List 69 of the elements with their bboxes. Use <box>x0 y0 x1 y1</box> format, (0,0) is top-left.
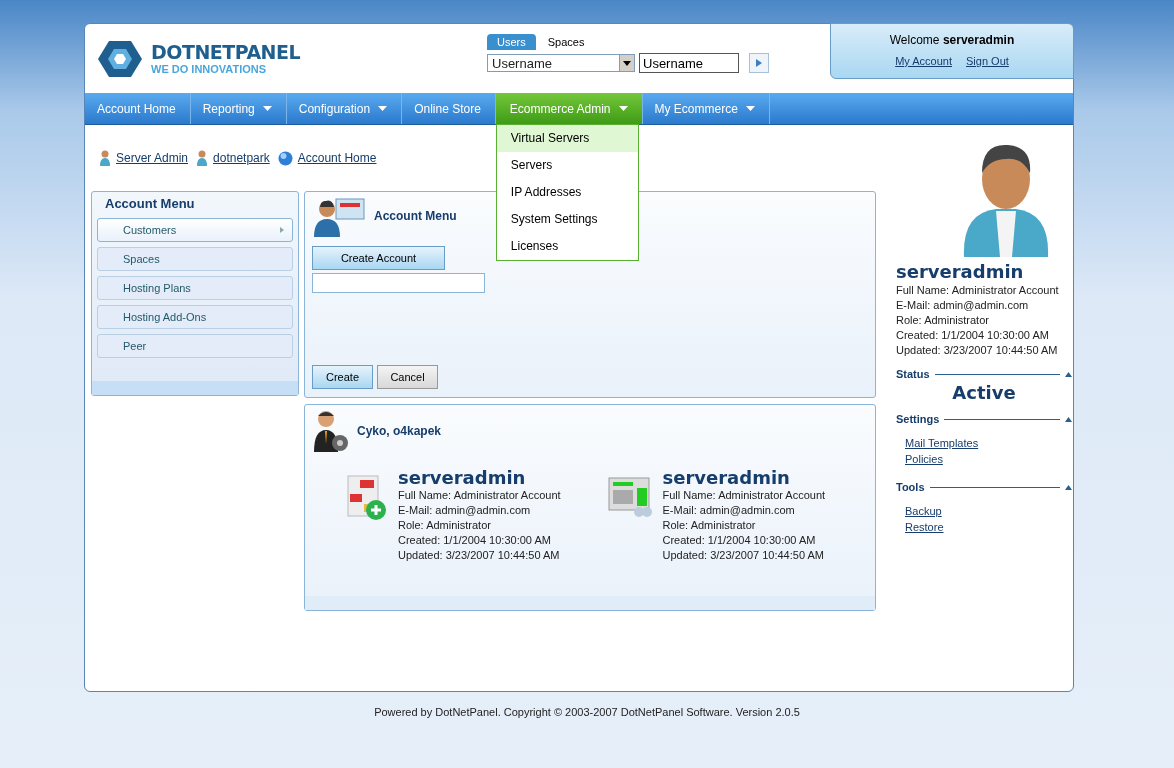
search-field[interactable]: Username <box>639 53 739 73</box>
person-icon <box>196 150 209 166</box>
search-select[interactable]: Username <box>487 54 635 72</box>
search-tab[interactable]: Spaces <box>537 34 595 50</box>
create-account-button[interactable]: Create Account <box>312 246 445 270</box>
profile-detail: Updated: 3/23/2007 10:44:50 AM <box>896 343 1059 358</box>
breadcrumb-link[interactable]: Account Home <box>297 151 377 165</box>
user-detail: Created: 1/1/2004 10:30:00 AM <box>398 533 552 548</box>
panel-title: Account Menu <box>374 209 457 223</box>
user-detail: Full Name: Administrator Account <box>398 488 561 503</box>
person-with-cards-icon <box>312 195 366 237</box>
profile-detail: Created: 1/1/2004 10:30:00 AM <box>896 328 1050 343</box>
section-title: Settings <box>896 413 940 425</box>
profile-detail: Role: Administrator <box>896 313 990 328</box>
user-detail: Role: Administrator <box>662 518 757 533</box>
account-menu-item[interactable]: Hosting Add-Ons <box>97 305 293 329</box>
hexagon-logo-icon <box>97 38 143 79</box>
org-chart-add-icon <box>346 474 388 522</box>
menu-item[interactable]: Virtual Servers <box>496 125 638 152</box>
user-detail: Created: 1/1/2004 10:30:00 AM <box>662 533 817 548</box>
account-menu-item[interactable]: Peer <box>97 334 293 358</box>
search-go-button[interactable] <box>749 53 769 73</box>
profile-detail: Full Name: Administrator Account <box>896 283 1060 298</box>
status-value: Active <box>951 382 1017 403</box>
person-icon <box>99 150 111 166</box>
arrow-right-icon <box>756 59 762 67</box>
side-link[interactable]: Policies <box>905 453 943 465</box>
menu-item[interactable]: Servers <box>496 152 638 179</box>
account-menu-item[interactable]: Customers <box>97 218 293 242</box>
person-with-gear-icon <box>313 408 349 454</box>
user-detail: E-Mail: admin@admin.com <box>398 503 532 518</box>
user-name: serveradmin <box>398 468 527 488</box>
user-detail: Role: Administrator <box>398 518 492 533</box>
account-menu-item[interactable]: Spaces <box>97 247 293 271</box>
account-menu-item[interactable]: Hosting Plans <box>97 276 293 300</box>
breadcrumb-link[interactable]: dotnetpark <box>213 151 270 165</box>
side-link[interactable]: Backup <box>905 505 942 517</box>
footer-text: Powered by DotNetPanel. Copyright © 2003-2007 DotNetPanel Software. Version 2.0.5 <box>373 706 801 718</box>
user-detail: Updated: 3/23/2007 10:44:50 AM <box>662 548 825 563</box>
device-icon <box>606 474 653 518</box>
menu-item[interactable]: Licenses <box>496 233 638 260</box>
user-detail: E-Mail: admin@admin.com <box>662 503 796 518</box>
side-link[interactable]: Restore <box>905 521 944 533</box>
collapse-icon[interactable] <box>1065 484 1072 490</box>
user-detail: Updated: 3/23/2007 10:44:50 AM <box>398 548 561 563</box>
menu-item[interactable]: IP Addresses <box>496 179 638 206</box>
collapse-icon[interactable] <box>1065 371 1072 377</box>
menu-item[interactable]: System Settings <box>496 206 638 233</box>
panel-title: Account Menu <box>104 195 196 213</box>
logo-title: DOTNETPANEL <box>151 41 301 63</box>
account-link[interactable]: My Account <box>895 55 952 67</box>
user-detail: Full Name: Administrator Account <box>662 488 826 503</box>
create-button[interactable]: Create <box>312 365 373 389</box>
arrow-icon <box>280 227 284 233</box>
profile-detail: E-Mail: admin@admin.com <box>896 298 1030 313</box>
side-link[interactable]: Mail Templates <box>905 437 979 449</box>
cancel-button[interactable]: Cancel <box>377 365 438 389</box>
section-title: Status <box>896 368 930 380</box>
breadcrumb-link[interactable]: Server Admin <box>116 151 189 165</box>
welcome-text: Welcome serveradmin <box>889 33 1015 47</box>
panel-title: Cyko, o4kapek <box>357 424 442 438</box>
user-name: serveradmin <box>662 468 791 488</box>
section-title: Tools <box>896 481 925 493</box>
account-link[interactable]: Sign Out <box>966 55 1009 67</box>
input-field[interactable] <box>312 273 485 293</box>
collapse-icon[interactable] <box>1065 416 1072 422</box>
logo-tagline: WE DO INNOVATIONS <box>151 63 268 76</box>
globe-icon <box>277 150 293 166</box>
profile-name: serveradmin <box>896 261 1025 283</box>
